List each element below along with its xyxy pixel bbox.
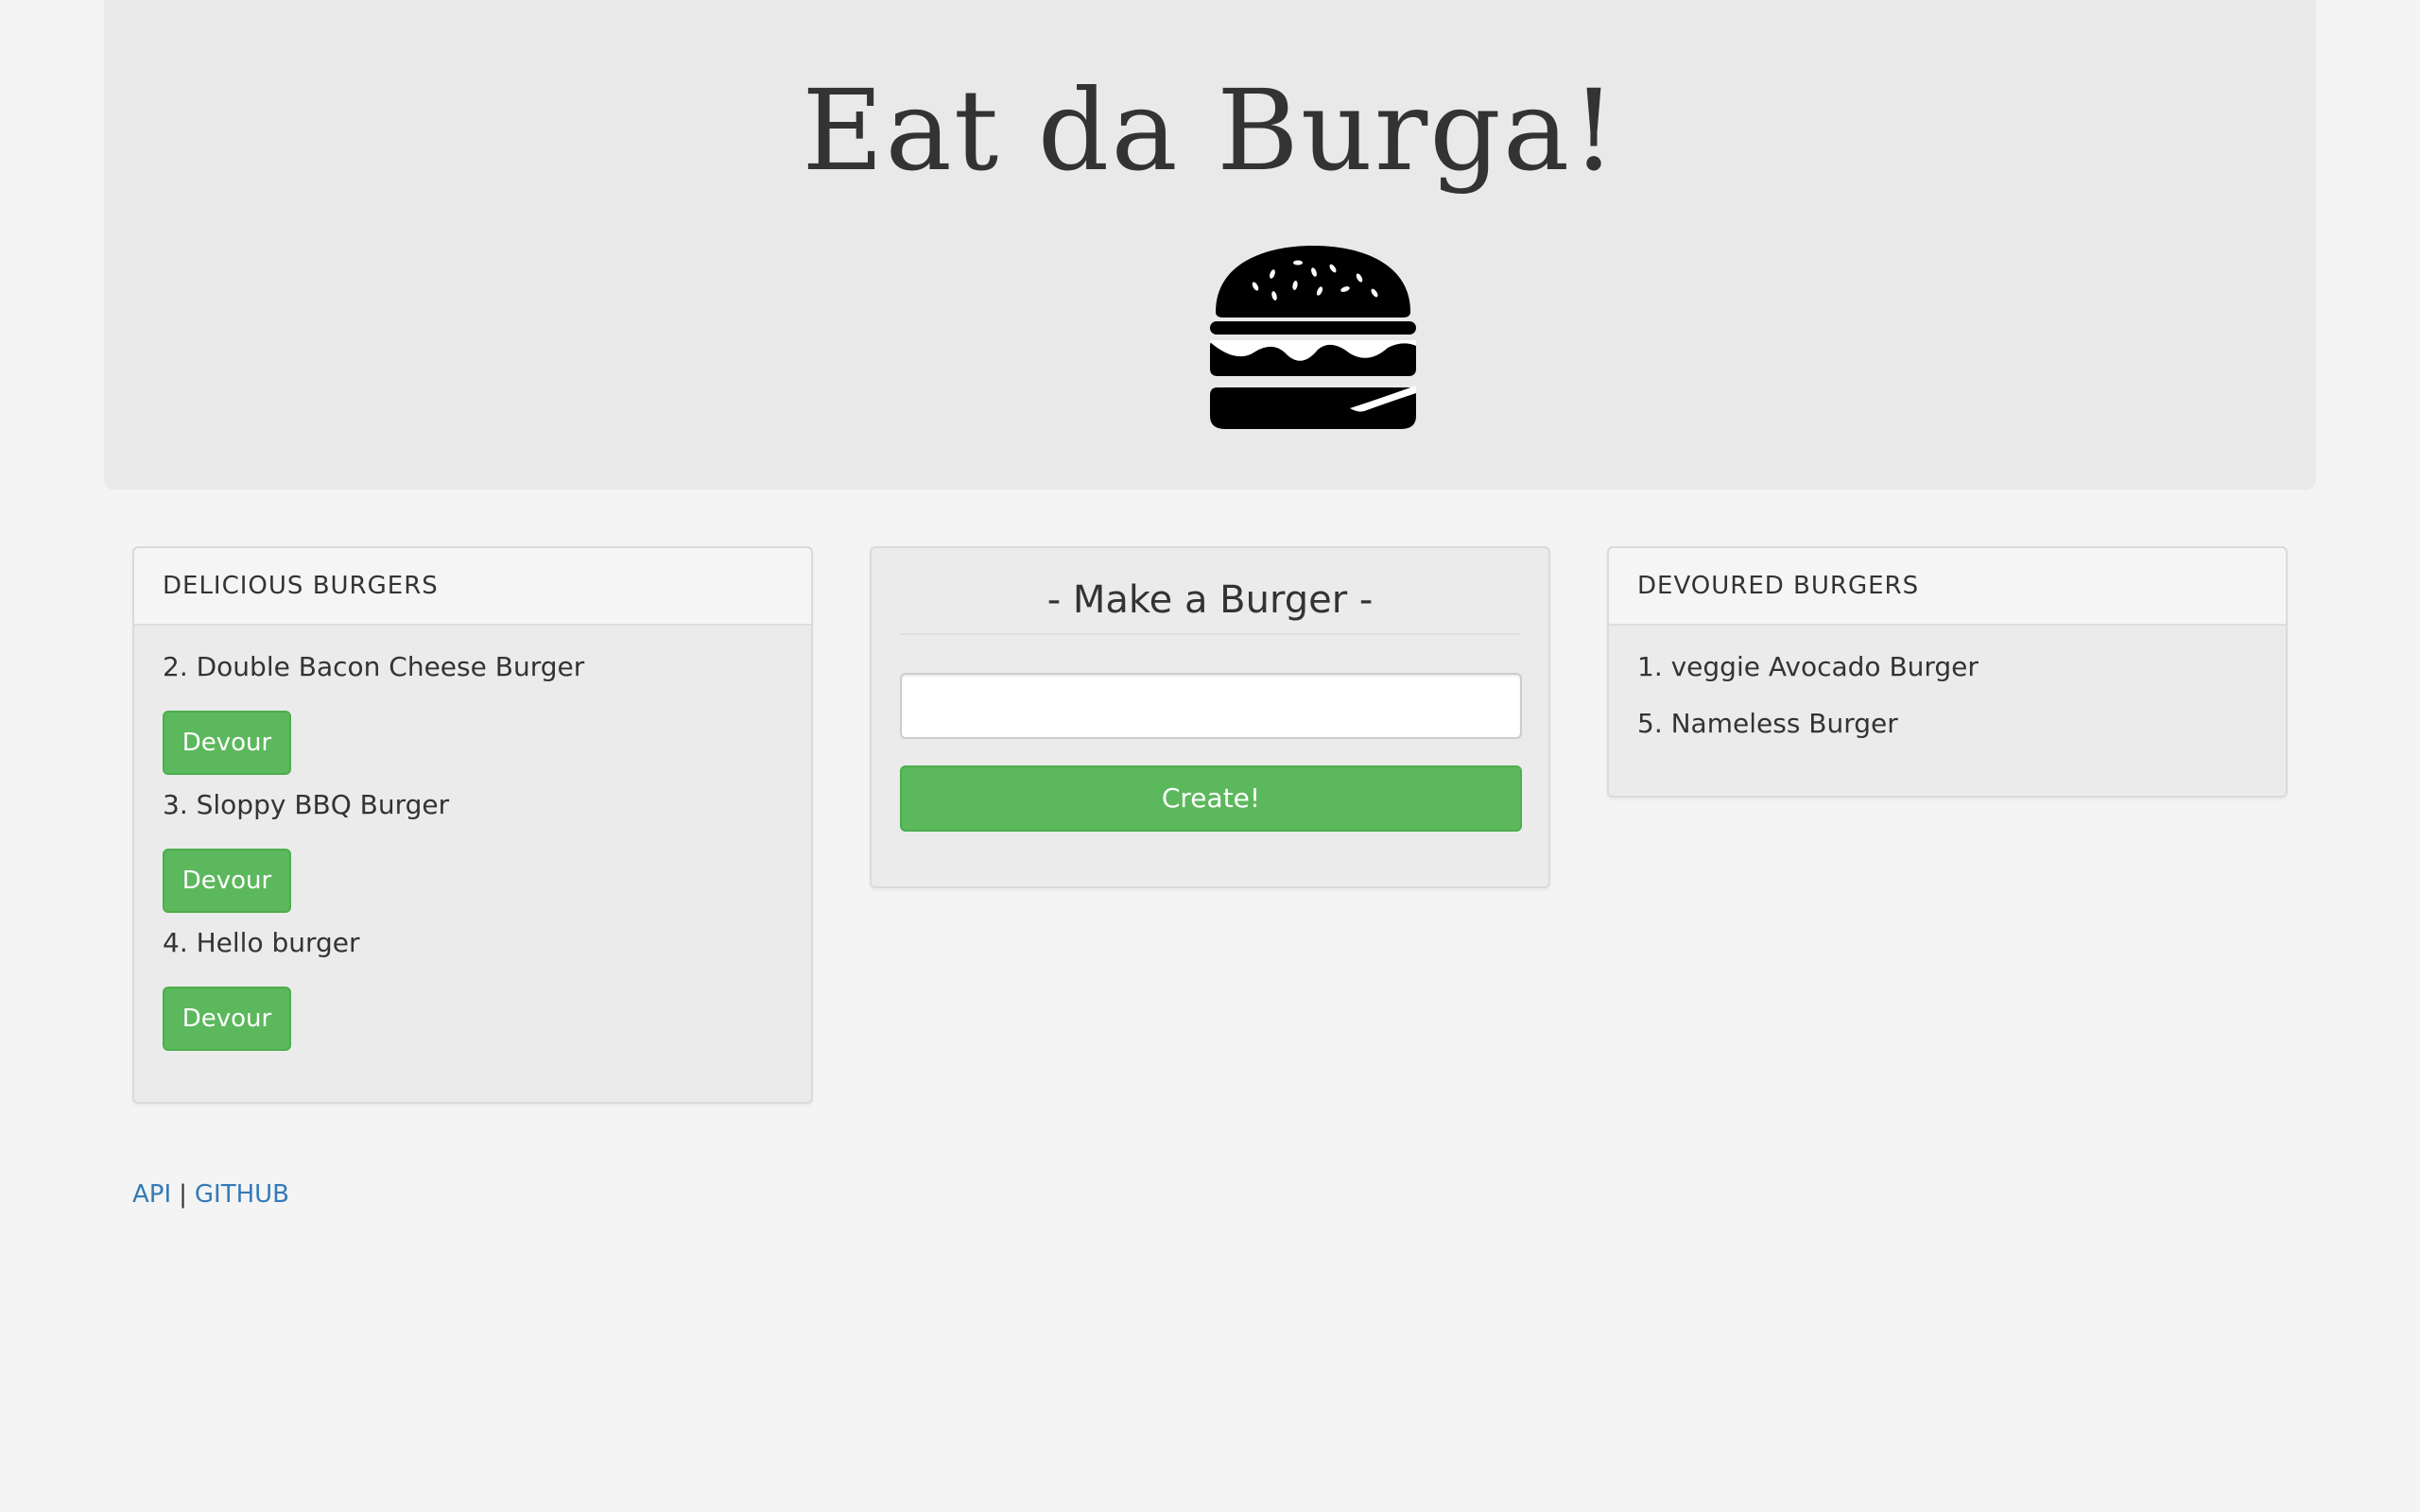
make-burger-panel: - Make a Burger - Create! — [870, 546, 1550, 888]
devoured-item-label: 1. veggie Avocado Burger — [1637, 651, 1979, 682]
github-link[interactable]: GITHUB — [195, 1180, 289, 1209]
make-burger-title: - Make a Burger - — [900, 576, 1520, 635]
devour-button[interactable]: Devour — [163, 849, 291, 913]
burger-name-input[interactable] — [900, 673, 1522, 739]
page-title: Eat da Burga! — [802, 65, 1618, 196]
devour-button[interactable]: Devour — [163, 987, 291, 1051]
delicious-burgers-heading: DELICIOUS BURGERS — [134, 548, 811, 626]
footer-separator: | — [179, 1180, 187, 1209]
burger-item-label: 4. Hello burger — [163, 927, 360, 958]
delicious-burgers-list: 2. Double Bacon Cheese Burger Devour 3. … — [134, 626, 811, 1089]
hamburger-icon — [1210, 246, 1416, 429]
footer: API | GITHUB — [132, 1177, 289, 1211]
create-button[interactable]: Create! — [900, 765, 1522, 832]
devoured-burgers-heading: DEVOURED BURGERS — [1609, 548, 2286, 626]
jumbotron: Eat da Burga! — [104, 0, 2316, 490]
devour-button[interactable]: Devour — [163, 711, 291, 775]
devoured-burgers-list: 1. veggie Avocado Burger 5. Nameless Bur… — [1609, 626, 2286, 788]
devoured-burgers-panel: DEVOURED BURGERS 1. veggie Avocado Burge… — [1607, 546, 2288, 798]
burger-item-label: 3. Sloppy BBQ Burger — [163, 789, 450, 820]
api-link[interactable]: API — [132, 1180, 171, 1209]
delicious-burgers-panel: DELICIOUS BURGERS 2. Double Bacon Cheese… — [132, 546, 813, 1104]
burger-item-label: 2. Double Bacon Cheese Burger — [163, 651, 585, 682]
devoured-item-label: 5. Nameless Burger — [1637, 708, 1898, 739]
